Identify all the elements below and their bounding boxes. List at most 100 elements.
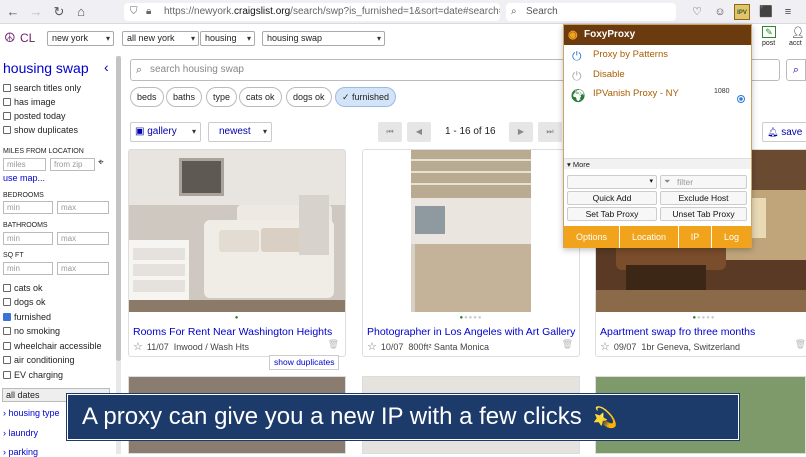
sidebar-scrollbar-thumb[interactable] — [116, 56, 121, 361]
check-ev-charging[interactable]: EV charging — [3, 369, 63, 381]
check-cats-ok[interactable]: cats ok — [3, 282, 43, 294]
set-tab-proxy-button[interactable]: Set Tab Proxy — [567, 207, 657, 221]
disable-power-icon[interactable]: ⏻ — [572, 69, 582, 84]
account-label[interactable]: acct — [789, 40, 802, 47]
checkbox-checked-icon[interactable] — [3, 313, 11, 321]
checkbox-icon[interactable] — [3, 371, 11, 379]
category-select[interactable]: housing — [200, 31, 255, 46]
checkbox-icon[interactable] — [3, 112, 11, 120]
bedrooms-max-input[interactable]: max — [57, 201, 109, 214]
checkbox-icon[interactable] — [3, 84, 11, 92]
listing-photo[interactable] — [129, 150, 345, 312]
post-icon[interactable]: ✎ — [762, 26, 776, 38]
check-wheelchair[interactable]: wheelchair accessible — [3, 340, 102, 352]
star-icon[interactable]: ☆ — [367, 341, 377, 353]
check-no-smoking[interactable]: no smoking — [3, 325, 60, 337]
zip-input[interactable]: from zip — [50, 158, 95, 171]
check-search-titles[interactable]: search titles only — [3, 82, 81, 94]
peace-logo-icon[interactable]: ☮ — [4, 30, 16, 46]
proxy-select[interactable]: ▾ — [567, 175, 657, 189]
check-posted-today[interactable]: posted today — [3, 110, 66, 122]
proxy-by-patterns-option[interactable]: Proxy by Patterns — [593, 49, 668, 60]
prev-page-icon[interactable]: ◀ — [407, 122, 431, 142]
pill-beds[interactable]: beds — [130, 87, 164, 107]
housing-type-link[interactable]: › housing type — [3, 408, 60, 418]
locate-icon[interactable]: ⌖ — [98, 157, 104, 168]
location-button[interactable]: Location — [620, 226, 679, 248]
quick-add-button[interactable]: Quick Add — [567, 191, 657, 205]
view-mode-dropdown[interactable]: ▣ gallery ▾ — [130, 122, 201, 142]
sqft-max-input[interactable]: max — [57, 262, 109, 275]
extension-icon[interactable]: ⬛ — [758, 4, 774, 20]
ip-button[interactable]: IP — [679, 226, 712, 248]
sort-dropdown[interactable]: newest ▾ — [208, 122, 272, 142]
pocket-icon[interactable]: ♡ — [689, 4, 705, 20]
back-icon[interactable]: ← — [4, 3, 22, 21]
ipvanish-extension-icon[interactable]: IPV — [734, 4, 750, 20]
disable-option[interactable]: Disable — [593, 69, 625, 80]
miles-input[interactable]: miles — [3, 158, 46, 171]
first-page-icon[interactable]: ⏮ — [378, 122, 402, 142]
trash-icon[interactable]: 🗑︎ — [328, 339, 339, 350]
checkbox-icon[interactable] — [3, 298, 11, 306]
options-button[interactable]: Options — [564, 226, 620, 248]
trash-icon[interactable]: 🗑︎ — [795, 339, 806, 350]
bathrooms-max-input[interactable]: max — [57, 232, 109, 245]
checkbox-icon[interactable] — [3, 327, 11, 335]
star-icon[interactable]: ☆ — [600, 341, 610, 353]
menu-icon[interactable]: ≡ — [780, 4, 796, 20]
listing-card[interactable]: ● Rooms For Rent Near Washington Heights… — [128, 149, 346, 357]
unset-tab-proxy-button[interactable]: Unset Tab Proxy — [660, 207, 747, 221]
sqft-min-input[interactable]: min — [3, 262, 53, 275]
pill-baths[interactable]: baths — [166, 87, 203, 107]
next-page-icon[interactable]: ▶ — [509, 122, 533, 142]
bathrooms-min-input[interactable]: min — [3, 232, 53, 245]
power-icon[interactable]: ⏻ — [572, 49, 582, 64]
last-page-icon[interactable]: ⏭ — [538, 122, 562, 142]
checkbox-icon[interactable] — [3, 126, 11, 134]
check-furnished[interactable]: furnished — [3, 311, 51, 323]
save-search-button[interactable]: 🔔︎ save — [762, 122, 806, 142]
use-map-link[interactable]: use map... — [3, 173, 45, 183]
listing-title[interactable]: Apartment swap fro three months — [600, 326, 806, 338]
post-label[interactable]: post — [762, 40, 775, 47]
show-duplicates-link[interactable]: show duplicates — [269, 355, 340, 370]
home-icon[interactable]: ⌂ — [72, 3, 90, 21]
area-select[interactable]: all new york — [122, 31, 199, 46]
pill-type[interactable]: type — [206, 87, 238, 107]
laundry-link[interactable]: › laundry — [3, 428, 38, 438]
parking-link[interactable]: › parking — [3, 447, 38, 457]
check-show-duplicates[interactable]: show duplicates — [3, 124, 78, 136]
ipvanish-proxy-option[interactable]: IPVanish Proxy - NY — [593, 88, 679, 99]
pill-dogs-ok[interactable]: dogs ok — [286, 87, 332, 107]
listing-title[interactable]: Rooms For Rent Near Washington Heights — [133, 326, 343, 338]
url-bar[interactable]: ⛉ 🔒︎ https://newyork.craigslist.org/sear… — [124, 3, 500, 21]
check-air-conditioning[interactable]: air conditioning — [3, 354, 75, 366]
browser-search-box[interactable]: ⌕ Search — [506, 3, 676, 21]
check-dogs-ok[interactable]: dogs ok — [3, 296, 46, 308]
cl-logo[interactable]: CL — [20, 31, 35, 45]
checkbox-icon[interactable] — [3, 98, 11, 106]
filter-input[interactable]: ⏷ filter — [660, 175, 747, 189]
star-icon[interactable]: ☆ — [133, 341, 143, 353]
checkbox-icon[interactable] — [3, 284, 11, 292]
check-has-image[interactable]: has image — [3, 96, 56, 108]
region-select[interactable]: new york — [47, 31, 114, 46]
exclude-host-button[interactable]: Exclude Host — [660, 191, 747, 205]
listing-photo[interactable] — [363, 150, 579, 312]
trash-icon[interactable]: 🗑︎ — [562, 339, 573, 350]
pill-furnished[interactable]: ✓ furnished — [335, 87, 397, 107]
subcategory-select[interactable]: housing swap — [262, 31, 385, 46]
more-toggle[interactable]: ▾ More — [564, 158, 751, 169]
account-person-icon[interactable]: 👤︎ — [791, 26, 805, 39]
collapse-sidebar-icon[interactable]: ‹ — [104, 59, 109, 75]
search-submit-icon[interactable]: ⌕ — [786, 59, 806, 81]
pill-cats-ok[interactable]: cats ok — [239, 87, 282, 107]
checkbox-icon[interactable] — [3, 342, 11, 350]
bedrooms-min-input[interactable]: min — [3, 201, 53, 214]
checkbox-icon[interactable] — [3, 356, 11, 364]
selected-radio-icon[interactable] — [737, 95, 745, 103]
log-button[interactable]: Log — [712, 226, 751, 248]
listing-title[interactable]: Photographer in Los Angeles with Art Gal… — [367, 326, 577, 338]
account-icon[interactable]: ☺ — [712, 4, 728, 20]
